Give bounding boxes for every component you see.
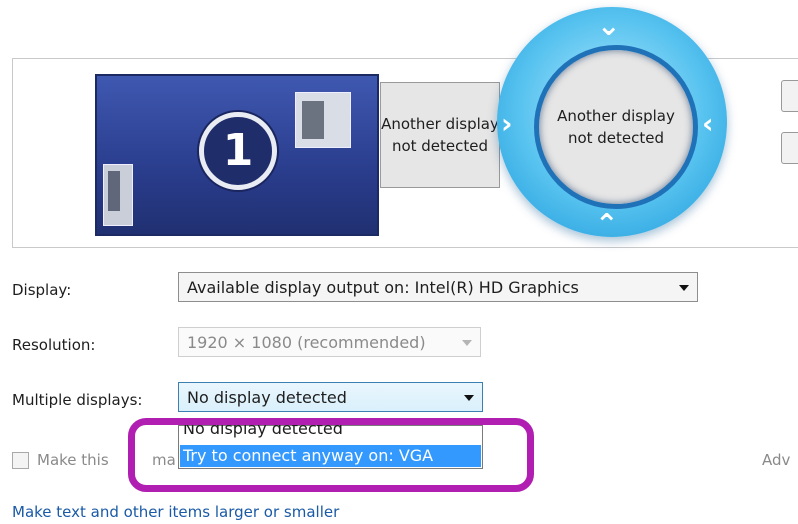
chevron-right-icon: › [501, 107, 513, 140]
window-thumbnail-icon [103, 164, 133, 226]
display-select[interactable]: Available display output on: Intel(R) HD… [178, 272, 698, 302]
chevron-down-icon [464, 395, 474, 401]
resolution-label: Resolution: [12, 336, 96, 354]
monitor-label: Another display not detected [381, 115, 499, 155]
monitor-3[interactable]: Another display not detected [534, 45, 698, 209]
monitor-1[interactable]: 1 [95, 74, 379, 236]
text-size-link[interactable]: Make text and other items larger or smal… [12, 503, 339, 521]
display-label: Display: [12, 281, 72, 299]
identify-button[interactable] [781, 132, 798, 164]
annotation-highlight-box [128, 418, 534, 492]
chevron-up-icon: ⌄ [595, 206, 619, 239]
detect-button[interactable] [781, 80, 798, 112]
monitor-label: Another display not detected [557, 107, 675, 147]
make-main-display-checkbox[interactable] [12, 452, 29, 469]
monitor-number: 1 [199, 112, 277, 190]
multiple-displays-select-value: No display detected [187, 388, 347, 407]
resolution-select-value: 1920 × 1080 (recommended) [187, 333, 426, 352]
advanced-settings-link[interactable]: Adv [762, 451, 790, 469]
chevron-down-icon [679, 285, 689, 291]
chevron-down-icon: ⌄ [597, 9, 621, 42]
multiple-displays-select[interactable]: No display detected [178, 382, 483, 412]
make-main-display-label: Make this [37, 451, 109, 469]
chevron-left-icon: ‹ [702, 107, 714, 140]
chevron-down-icon [462, 340, 472, 346]
display-select-value: Available display output on: Intel(R) HD… [187, 278, 579, 297]
window-thumbnail-icon [295, 92, 351, 148]
monitor-2[interactable]: Another display not detected [380, 82, 500, 188]
multiple-displays-label: Multiple displays: [12, 391, 143, 409]
resolution-select: 1920 × 1080 (recommended) [178, 327, 481, 357]
